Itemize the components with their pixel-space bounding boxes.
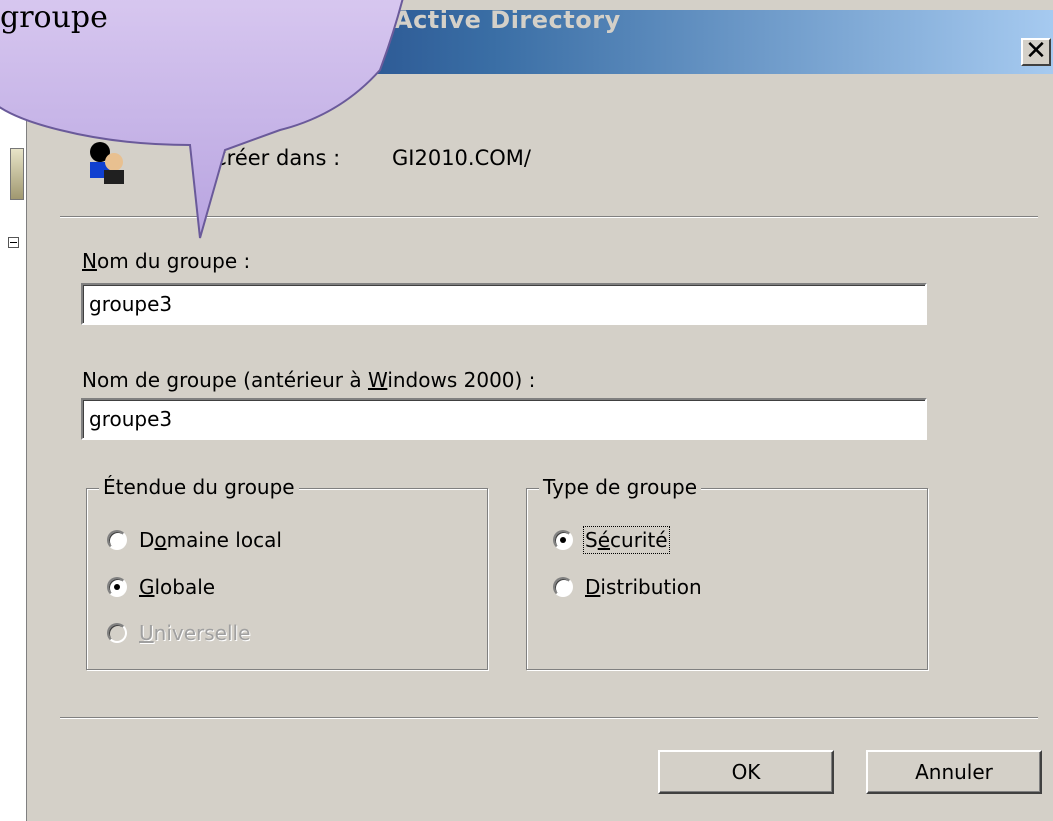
scope-universal-radio [107, 623, 127, 643]
type-distribution-option[interactable]: Distribution [553, 575, 702, 599]
scope-universal-label: Universelle [139, 621, 251, 645]
scope-domain-local-radio[interactable] [107, 530, 127, 550]
scope-domain-local-option[interactable]: Domaine local [107, 528, 282, 552]
close-button[interactable]: ✕ [1021, 38, 1051, 66]
separator-bottom [60, 717, 1038, 719]
create-in-path: GI2010.COM/ [392, 146, 531, 170]
group-scope-box: Étendue du groupe Domaine local Globale … [86, 475, 488, 670]
cancel-button[interactable]: Annuler [866, 750, 1042, 794]
group-name-input[interactable]: groupe3 [81, 283, 927, 325]
group-type-box: Type de groupe Sécurité Distribution [526, 475, 928, 670]
scope-universal-option: Universelle [107, 621, 250, 645]
type-security-option[interactable]: Sécurité [553, 526, 670, 554]
group-scope-title: Étendue du groupe [99, 475, 299, 499]
dialog-title: Active Directory [394, 6, 621, 34]
type-distribution-radio[interactable] [553, 577, 573, 597]
group-name-pre2000-input[interactable]: groupe3 [81, 398, 927, 440]
type-distribution-label: Distribution [585, 575, 702, 599]
ok-button[interactable]: OK [658, 750, 834, 794]
callout-text: groupe [0, 0, 108, 35]
type-security-radio[interactable] [553, 530, 573, 550]
scope-global-option[interactable]: Globale [107, 575, 215, 599]
close-icon: ✕ [1025, 36, 1047, 66]
speech-bubble [0, 0, 404, 239]
group-name-pre2000-label: Nom de groupe (antérieur à Windows 2000)… [82, 368, 536, 392]
group-type-title: Type de groupe [539, 475, 702, 499]
group-name-label: Nom du groupe : [82, 249, 251, 273]
scope-domain-local-label: Domaine local [139, 528, 282, 552]
type-security-label: Sécurité [583, 526, 670, 554]
scope-global-label: Globale [139, 575, 216, 599]
scope-global-radio[interactable] [107, 577, 127, 597]
